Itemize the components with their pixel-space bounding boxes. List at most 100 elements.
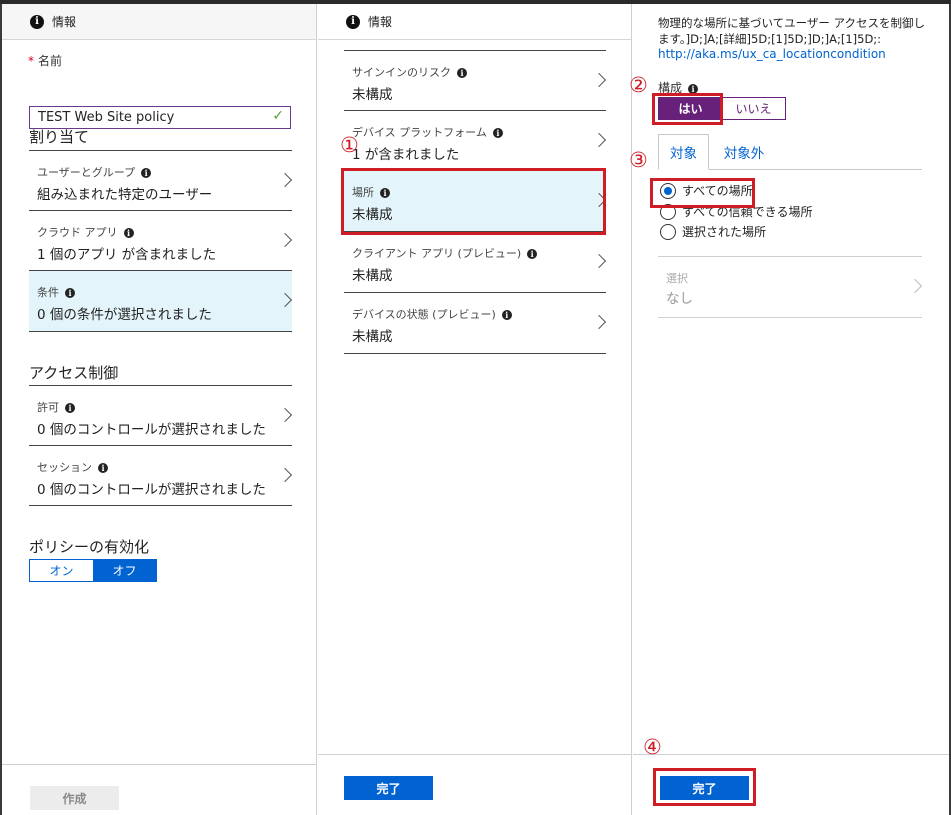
chevron-right-icon (277, 467, 293, 483)
divider (658, 317, 922, 318)
conditions-pane: i 情報 サインインのリスク i 未構成 デバイス プラットフォーム i 1 が含ま… (318, 4, 632, 815)
annotation-marker-4: ④ (643, 735, 662, 759)
annotation-marker-3: ③ (629, 148, 648, 172)
cloud-apps-label: クラウド アプリ i (37, 224, 134, 240)
info-icon: i (98, 463, 108, 473)
tab-include[interactable]: 対象 (658, 134, 709, 170)
users-groups-label: ユーザーとグループ i (37, 164, 152, 180)
footer-divider (633, 754, 949, 755)
conditions-label: 条件 i (37, 284, 75, 300)
radio-all-locations[interactable]: すべての場所 (660, 182, 753, 199)
device-platform-value: 1 が含まれました (352, 147, 460, 163)
info-icon: i (501, 310, 512, 320)
sign-in-risk-label: サインインのリスク i (352, 64, 467, 80)
info-header[interactable]: i 情報 (2, 4, 316, 40)
info-icon: i (527, 249, 538, 259)
name-field-label: * 名前 (28, 54, 63, 68)
info-icon: i (123, 228, 134, 238)
tab-exclude[interactable]: 対象外 (715, 134, 773, 170)
device-state-row[interactable]: デバイスの状態 (プレビュー) i 未構成 (344, 292, 607, 353)
cloud-apps-row[interactable]: クラウド アプリ i 1 個のアプリ が含まれました (29, 210, 293, 270)
chevron-right-icon (277, 172, 293, 188)
users-groups-row[interactable]: ユーザーとグループ i 組み込まれた特定のユーザー (29, 150, 293, 210)
locations-row[interactable]: 場所 i 未構成 (344, 170, 607, 231)
assignments-title: 割り当て (29, 128, 90, 146)
radio-button[interactable] (660, 203, 676, 220)
chevron-right-icon (591, 72, 607, 88)
description-text: 物理的な場所に基づいてユーザー アクセスを制御します。]D;]A;[詳細]5D;… (658, 16, 926, 46)
checkmark-icon: ✓ (272, 108, 284, 124)
select-value: なし (666, 291, 693, 307)
select-label: 選択 (666, 272, 688, 285)
info-icon: i (141, 168, 152, 178)
footer-divider (318, 754, 632, 755)
toggle-on-option[interactable]: オン (30, 560, 93, 581)
info-header-label: 情報 (52, 15, 77, 29)
configure-toggle[interactable]: はい いいえ (658, 97, 786, 120)
device-platform-label: デバイス プラットフォーム i (352, 124, 503, 140)
configure-label: 構成 i (658, 79, 699, 96)
radio-button-selected[interactable] (660, 182, 676, 199)
info-icon: i (30, 14, 44, 29)
info-header[interactable]: i 情報 (318, 4, 631, 40)
radio-selected-locations[interactable]: 選択された場所 (660, 223, 766, 240)
radio-button[interactable] (660, 223, 676, 240)
configure-yes-option[interactable]: はい (659, 98, 722, 119)
select-locations-row[interactable]: 選択 なし (658, 256, 923, 317)
chevron-right-icon (591, 253, 607, 269)
enable-policy-title: ポリシーの有効化 (29, 538, 150, 556)
annotation-marker-2: ② (629, 73, 648, 97)
access-controls-title: アクセス制御 (29, 364, 119, 382)
divider (344, 353, 606, 354)
info-icon: i (65, 288, 75, 298)
chevron-right-icon (907, 278, 923, 294)
chevron-right-icon (277, 232, 293, 248)
annotation-marker-1: ① (340, 133, 359, 157)
users-groups-value: 組み込まれた特定のユーザー (37, 187, 213, 203)
name-input-value: TEST Web Site policy (38, 110, 175, 125)
radio-all-trusted-locations[interactable]: すべての信頼できる場所 (660, 203, 812, 220)
device-state-value: 未構成 (352, 329, 393, 345)
info-icon: i (65, 403, 75, 413)
session-value: 0 個のコントロールが選択されました (37, 482, 266, 498)
conditions-row[interactable]: 条件 i 0 個の条件が選択されました (29, 270, 293, 331)
info-header-label: 情報 (368, 15, 393, 29)
grant-label: 許可 i (37, 399, 75, 415)
divider (29, 331, 292, 332)
conditions-done-button[interactable]: 完了 (344, 776, 433, 800)
grant-value: 0 個のコントロールが選択されました (37, 422, 266, 438)
radio-selected-label: 選択された場所 (682, 225, 767, 239)
info-icon: i (380, 188, 390, 198)
session-label: セッション i (37, 459, 108, 475)
chevron-right-icon (591, 132, 607, 148)
client-apps-label: クライアント アプリ (プレビュー) i (352, 245, 538, 261)
device-platform-row[interactable]: デバイス プラットフォーム i 1 が含まれました (344, 110, 607, 170)
sign-in-risk-row[interactable]: サインインのリスク i 未構成 (344, 50, 607, 110)
locations-pane: 物理的な場所に基づいてユーザー アクセスを制御します。]D;]A;[詳細]5D;… (629, 4, 949, 815)
policy-pane: i 情報 * 名前 TEST Web Site policy ✓ 割り当て ユーザ… (2, 4, 317, 815)
toggle-off-option[interactable]: オフ (93, 560, 156, 581)
learn-more-link[interactable]: http://aka.ms/ux_ca_locationcondition (658, 47, 886, 61)
radio-trusted-label: すべての信頼できる場所 (682, 205, 813, 219)
grant-row[interactable]: 許可 i 0 個のコントロールが選択されました (29, 385, 293, 445)
conditions-value: 0 個の条件が選択されました (37, 307, 212, 323)
cloud-apps-value: 1 個のアプリ が含まれました (37, 247, 217, 263)
client-apps-value: 未構成 (352, 268, 393, 284)
locations-label: 場所 i (352, 184, 390, 200)
chevron-right-icon (277, 407, 293, 423)
chevron-right-icon (591, 192, 607, 208)
radio-all-locations-label: すべての場所 (682, 184, 753, 198)
info-icon: i (457, 68, 467, 78)
locations-done-button[interactable]: 完了 (660, 776, 749, 800)
info-icon: i (492, 128, 503, 138)
sign-in-risk-value: 未構成 (352, 87, 393, 103)
create-button[interactable]: 作成 (30, 786, 119, 810)
client-apps-row[interactable]: クライアント アプリ (プレビュー) i 未構成 (344, 231, 607, 292)
chevron-right-icon (591, 314, 607, 330)
device-state-label: デバイスの状態 (プレビュー) i (352, 306, 512, 322)
session-row[interactable]: セッション i 0 個のコントロールが選択されました (29, 445, 293, 505)
locations-value: 未構成 (352, 207, 393, 223)
enable-policy-toggle[interactable]: オン オフ (29, 559, 157, 582)
footer-divider (2, 764, 317, 765)
configure-no-option[interactable]: いいえ (722, 98, 785, 119)
